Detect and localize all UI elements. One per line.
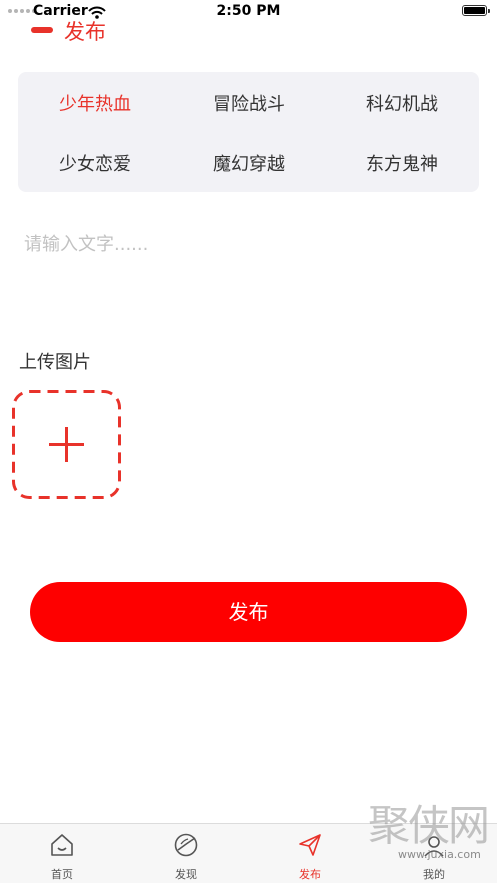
category-kehuan-jizhan[interactable]: 科幻机战 <box>325 90 479 116</box>
category-shaonv-lianai[interactable]: 少女恋爱 <box>18 150 172 176</box>
tab-publish-label: 发布 <box>299 868 321 881</box>
content-input[interactable] <box>24 230 474 310</box>
publish-button[interactable]: 发布 <box>30 582 467 642</box>
tab-home-label: 首页 <box>51 868 73 881</box>
category-panel: 少年热血 冒险战斗 科幻机战 少女恋爱 魔幻穿越 东方鬼神 <box>18 72 479 192</box>
category-mohuan-chuanyue[interactable]: 魔幻穿越 <box>172 150 326 176</box>
tab-bar: 首页 发现 发布 我的 <box>0 823 497 883</box>
tab-discover[interactable]: 发现 <box>124 824 248 884</box>
upload-label: 上传图片 <box>19 352 91 373</box>
plus-icon <box>49 427 84 462</box>
category-maoxian-zhandou[interactable]: 冒险战斗 <box>172 90 326 116</box>
paper-plane-icon <box>299 834 321 856</box>
tab-publish[interactable]: 发布 <box>248 824 372 884</box>
planet-icon <box>174 833 198 857</box>
profile-icon <box>424 836 444 857</box>
home-icon <box>51 834 73 856</box>
tab-home[interactable]: 首页 <box>0 824 124 884</box>
tab-profile-label: 我的 <box>423 868 445 881</box>
category-shaonian-rexue[interactable]: 少年热血 <box>18 90 172 116</box>
tab-discover-label: 发现 <box>175 868 197 881</box>
upload-image-button[interactable] <box>12 390 121 499</box>
category-dongfang-guishen[interactable]: 东方鬼神 <box>325 150 479 176</box>
battery-icon <box>462 5 490 16</box>
header-accent-bar <box>31 27 53 33</box>
tab-profile[interactable]: 我的 <box>372 824 496 884</box>
page-title: 发布 <box>64 20 106 44</box>
